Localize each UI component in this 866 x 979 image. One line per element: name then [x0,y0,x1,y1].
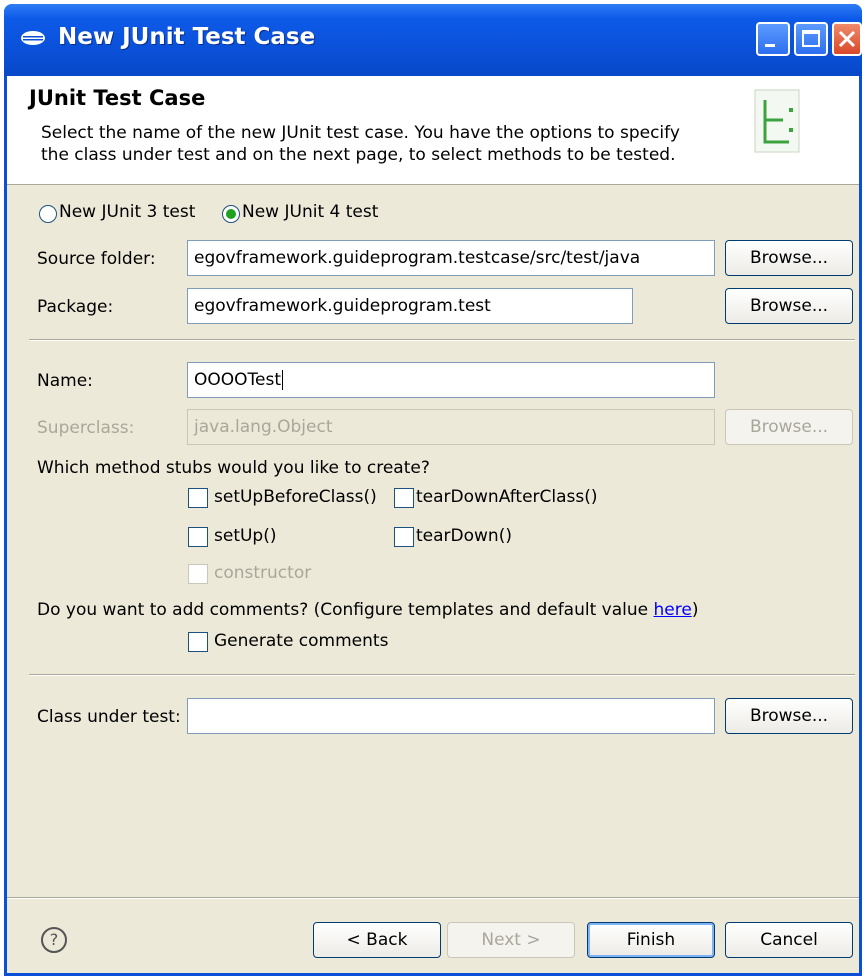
teardown-after-class-checkbox[interactable] [394,488,414,508]
name-value: OOOOTest [194,370,282,390]
class-under-test-browse-button[interactable]: Browse... [725,698,853,734]
comments-question: Do you want to add comments? (Configure … [37,600,698,620]
junit4-radio[interactable] [222,205,240,223]
class-under-test-field[interactable] [187,698,715,734]
window-title: New JUnit Test Case [58,24,316,50]
superclass-field: java.lang.Object [187,409,715,445]
comments-question-end: ) [691,600,699,620]
source-folder-field[interactable]: egovframework.guideprogram.testcase/src/… [187,240,715,276]
title-bar[interactable]: New JUnit Test Case [4,4,862,76]
minimize-button[interactable] [756,22,790,56]
junit-dialog: New JUnit Test Case JUnit Test Case Sele… [4,4,862,976]
junit4-label: New JUnit 4 test [242,202,379,222]
separator [29,674,855,676]
setup-before-class-label: setUpBeforeClass() [214,487,377,507]
junit-wizard-icon [754,89,800,153]
teardown-checkbox[interactable] [394,527,414,547]
package-browse-button[interactable]: Browse... [725,288,853,324]
footer-separator [7,897,859,899]
text-cursor [282,370,284,390]
constructor-checkbox [188,564,208,584]
close-icon [838,30,856,48]
templates-link[interactable]: here [654,600,692,620]
cancel-button[interactable]: Cancel [725,922,853,958]
source-folder-label: Source folder: [37,249,156,269]
generate-comments-label: Generate comments [214,631,389,651]
stubs-question: Which method stubs would you like to cre… [37,458,430,478]
superclass-label: Superclass: [37,418,135,438]
junit3-radio[interactable] [39,205,57,223]
maximize-icon [802,30,820,47]
radio-selected-dot [226,209,236,219]
superclass-browse-button: Browse... [725,409,853,445]
source-folder-browse-button[interactable]: Browse... [725,240,853,276]
constructor-label: constructor [214,563,312,583]
next-button: Next > [447,922,575,958]
back-button[interactable]: < Back [313,922,441,958]
page-title: JUnit Test Case [29,86,206,110]
page-description: Select the name of the new JUnit test ca… [41,123,680,165]
junit3-label: New JUnit 3 test [59,202,196,222]
class-under-test-label: Class under test: [37,707,181,727]
name-field[interactable]: OOOOTest [187,362,715,398]
name-label: Name: [37,371,93,391]
comments-question-text: Do you want to add comments? (Configure … [37,600,654,620]
separator [29,339,855,341]
help-icon[interactable]: ? [41,927,67,953]
setup-before-class-checkbox[interactable] [188,488,208,508]
teardown-after-class-label: tearDownAfterClass() [416,487,598,507]
package-field[interactable]: egovframework.guideprogram.test [187,288,633,324]
close-button[interactable] [832,22,862,56]
setup-checkbox[interactable] [188,527,208,547]
eclipse-window-icon [21,31,45,45]
teardown-label: tearDown() [416,526,512,546]
finish-button[interactable]: Finish [587,922,715,958]
setup-label: setUp() [214,526,277,546]
wizard-banner: JUnit Test Case Select the name of the n… [7,76,859,185]
maximize-button[interactable] [794,22,828,56]
generate-comments-checkbox[interactable] [188,632,208,652]
minimize-icon [765,44,775,47]
package-label: Package: [37,297,114,317]
